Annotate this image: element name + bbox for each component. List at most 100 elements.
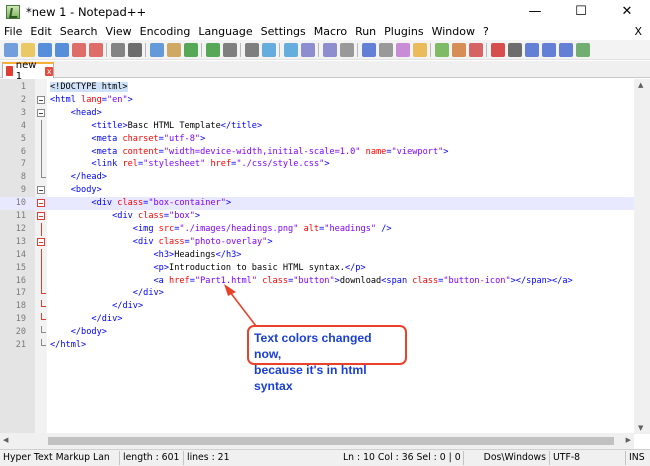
sync-vertical-icon[interactable] xyxy=(300,42,315,57)
code-line[interactable]: 7 <link rel="stylesheet" href="./css/sty… xyxy=(0,158,650,172)
print-icon[interactable] xyxy=(110,42,125,57)
menu-window[interactable]: Window xyxy=(428,23,479,40)
line-code: <a href="Part1.html" class="button">down… xyxy=(50,275,572,288)
close-window-button[interactable]: ✕ xyxy=(604,0,650,23)
menu-macro[interactable]: Macro xyxy=(310,23,351,40)
token-txt: Basc HTML Template xyxy=(127,120,221,131)
code-line[interactable]: 8 </head> xyxy=(0,171,650,184)
scroll-down-arrow-icon[interactable]: ▼ xyxy=(638,424,643,432)
menu-plugins[interactable]: Plugins xyxy=(380,23,427,40)
code-line[interactable]: 15 <p>Introduction to basic HTML syntax.… xyxy=(0,261,650,275)
code-line[interactable]: 14 <h3>Headings</h3> xyxy=(0,248,650,262)
token-tag: <h3> xyxy=(153,249,175,260)
menu-search[interactable]: Search xyxy=(56,23,102,40)
monitoring-icon[interactable] xyxy=(468,42,483,57)
scroll-right-arrow-icon[interactable]: ▶ xyxy=(626,436,631,444)
code-line[interactable]: 6 <meta content="width=device-width,init… xyxy=(0,145,650,159)
indent-guide-icon[interactable] xyxy=(378,42,393,57)
token-txt: download xyxy=(339,275,382,286)
zoom-in-icon[interactable] xyxy=(261,42,276,57)
token-tag: > xyxy=(267,236,273,247)
line-number: 6 xyxy=(20,146,26,157)
new-file-icon[interactable] xyxy=(3,42,18,57)
redo-icon[interactable] xyxy=(205,42,220,57)
menu-encoding[interactable]: Encoding xyxy=(136,23,195,40)
stop-macro-icon[interactable] xyxy=(507,42,522,57)
sync-horizontal-icon[interactable] xyxy=(322,42,337,57)
menu-view[interactable]: View xyxy=(102,23,136,40)
token-attr: alt xyxy=(303,223,320,234)
language-icon[interactable] xyxy=(395,42,410,57)
code-line[interactable]: 13 <div class="photo-overlay"> xyxy=(0,236,650,249)
close-all-icon[interactable] xyxy=(88,42,103,57)
zoom-out-icon[interactable] xyxy=(283,42,298,57)
run-macro-multiple-icon[interactable] xyxy=(541,42,556,57)
fold-toggle-icon[interactable] xyxy=(37,186,45,195)
code-line[interactable]: 3 <head> xyxy=(0,107,650,120)
code-line[interactable]: 9 <body> xyxy=(0,184,650,197)
find-icon[interactable] xyxy=(222,42,237,57)
status-eol[interactable]: Dos\Windows xyxy=(464,451,550,465)
scroll-left-arrow-icon[interactable]: ◀ xyxy=(3,436,8,444)
undo-icon[interactable] xyxy=(183,42,198,57)
fold-guide xyxy=(37,339,46,349)
close-document-button[interactable]: X xyxy=(634,23,642,40)
menu-file[interactable]: File xyxy=(0,23,26,40)
fold-toggle-icon[interactable] xyxy=(37,108,45,117)
code-line[interactable]: 11 <div class="box"> xyxy=(0,210,650,223)
token-txt: Introduction to basic HTML syntax. xyxy=(169,262,345,273)
vertical-scrollbar[interactable]: ▲ ▼ xyxy=(634,79,650,434)
menu-help[interactable]: ? xyxy=(479,23,493,40)
token-str: "box-container" xyxy=(148,198,226,209)
status-encoding[interactable]: UTF-8 xyxy=(550,451,626,465)
menu-settings[interactable]: Settings xyxy=(257,23,310,40)
code-line[interactable]: 2 <html lang="en"> xyxy=(0,94,650,107)
token-str: "Part1.html" xyxy=(194,275,257,286)
show-all-chars-icon[interactable] xyxy=(361,42,376,57)
minimize-button[interactable]: — xyxy=(512,0,558,23)
fold-toggle-icon[interactable] xyxy=(37,212,45,220)
code-line[interactable]: 5 <meta charset="utf-8"> xyxy=(0,132,650,146)
code-line[interactable]: 1 <!DOCTYPE html> xyxy=(0,81,650,94)
scroll-up-arrow-icon[interactable]: ▲ xyxy=(638,81,643,89)
code-line[interactable]: 16 <a href="Part1.html" class="button">d… xyxy=(0,274,650,288)
replace-icon[interactable] xyxy=(244,42,259,57)
token-tag: <a xyxy=(153,275,170,286)
copy-icon[interactable] xyxy=(149,42,164,57)
play-macro-icon[interactable] xyxy=(524,42,539,57)
code-line[interactable]: 12 <img src="./images/headings.png" alt=… xyxy=(0,222,650,236)
horizontal-scrollbar[interactable]: ◀ ▶ xyxy=(0,433,634,449)
fold-toggle-icon[interactable] xyxy=(37,95,45,104)
code-line[interactable]: 4 <title>Basc HTML Template</title> xyxy=(0,119,650,133)
fold-toggle-icon[interactable] xyxy=(37,199,45,208)
tab-new-1[interactable]: new 1 x xyxy=(2,60,54,82)
status-insert-mode[interactable]: INS xyxy=(626,451,650,465)
function-list-icon[interactable] xyxy=(434,42,449,57)
open-file-icon[interactable] xyxy=(20,42,35,57)
menu-edit[interactable]: Edit xyxy=(26,23,55,40)
fold-toggle-icon[interactable] xyxy=(37,237,45,246)
save-macro-icon[interactable] xyxy=(558,42,573,57)
word-wrap-icon[interactable] xyxy=(339,42,354,57)
code-line[interactable]: 10 <div class="box-container"> xyxy=(0,197,650,210)
token-tag: </html> xyxy=(50,340,87,350)
menu-run[interactable]: Run xyxy=(351,23,380,40)
menu-language[interactable]: Language xyxy=(194,23,256,40)
save-icon[interactable] xyxy=(37,42,52,57)
code-line[interactable]: 18 </div> xyxy=(0,300,650,313)
line-number: 19 xyxy=(15,314,26,325)
horizontal-scroll-thumb[interactable] xyxy=(48,437,614,445)
close-icon[interactable] xyxy=(71,42,86,57)
token-tag: <html xyxy=(50,94,82,105)
record-macro-icon[interactable] xyxy=(490,42,505,57)
maximize-button[interactable]: ☐ xyxy=(558,0,604,23)
tab-close-button[interactable]: x xyxy=(45,66,53,76)
spell-check-icon[interactable] xyxy=(575,42,590,57)
line-code: <body> xyxy=(50,184,102,197)
doc-map-icon[interactable] xyxy=(412,42,427,57)
code-line[interactable]: 17 </div> xyxy=(0,287,650,300)
cut-icon[interactable] xyxy=(127,42,142,57)
save-all-icon[interactable] xyxy=(54,42,69,57)
paste-icon[interactable] xyxy=(166,42,181,57)
folder-workspace-icon[interactable] xyxy=(451,42,466,57)
